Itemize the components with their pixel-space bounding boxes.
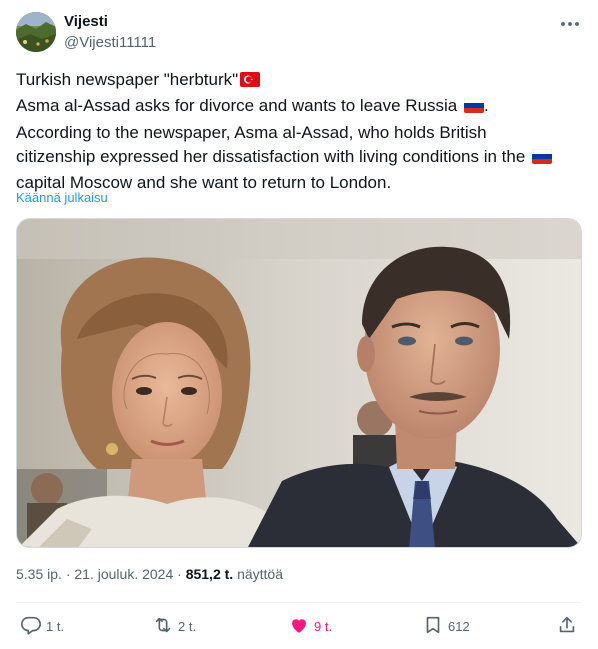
- tweet-line-2: Asma al-Assad asks for divorce and wants…: [16, 94, 581, 120]
- action-bar: 1 t. 2 t. 9 t. 612: [16, 612, 582, 640]
- russia-flag-icon: [463, 96, 485, 120]
- tweet-line-1: Turkish newspaper "herbturk": [16, 68, 581, 94]
- more-options-icon[interactable]: [558, 14, 582, 34]
- repost-button[interactable]: 2 t.: [152, 612, 196, 640]
- tweet-time[interactable]: 5.35 ip.: [16, 566, 62, 582]
- tweet-line-4: citizenship expressed her dissatisfactio…: [16, 145, 581, 171]
- tweet-header: Vijesti @Vijesti11111: [16, 12, 582, 54]
- tweet-line-text: citizenship expressed her dissatisfactio…: [16, 146, 526, 166]
- reply-icon: [20, 614, 46, 639]
- repost-count: 2 t.: [178, 618, 197, 634]
- reply-count: 1 t.: [46, 618, 65, 634]
- share-icon: [556, 614, 582, 639]
- views-count: 851,2 t.: [185, 566, 234, 582]
- tweet-text: Turkish newspaper "herbturk" Asma al-Ass…: [16, 68, 581, 195]
- like-button[interactable]: 9 t.: [288, 612, 332, 640]
- tweet-date[interactable]: 21. jouluk. 2024: [74, 566, 173, 582]
- meta-separator: ·: [65, 566, 71, 582]
- translate-link[interactable]: Käännä julkaisu: [16, 190, 108, 205]
- like-count: 9 t.: [314, 618, 333, 634]
- bookmark-button[interactable]: 612: [422, 612, 470, 640]
- share-button[interactable]: [556, 612, 582, 640]
- repost-icon: [152, 614, 178, 639]
- turkey-flag-icon: [240, 70, 261, 94]
- bookmark-icon: [422, 614, 448, 639]
- tweet-photo[interactable]: [16, 218, 582, 548]
- russia-flag-icon: [531, 147, 553, 171]
- bookmark-count: 612: [448, 618, 470, 634]
- tweet-line-3: According to the newspaper, Asma al-Assa…: [16, 121, 581, 145]
- avatar[interactable]: [16, 12, 56, 52]
- tweet-line-text: Asma al-Assad asks for divorce and wants…: [16, 96, 458, 116]
- author-handle[interactable]: @Vijesti11111: [64, 33, 156, 53]
- reply-button[interactable]: 1 t.: [20, 612, 64, 640]
- tweet-meta: 5.35 ip. · 21. jouluk. 2024 · 851,2 t. n…: [16, 566, 283, 582]
- tweet-line-text: According to the newspaper, Asma al-Assa…: [16, 122, 487, 142]
- divider: [16, 602, 582, 603]
- views-label: näyttöä: [237, 566, 284, 582]
- tweet-line-text: Turkish newspaper "herbturk": [16, 70, 239, 89]
- tweet-line-tail: .: [484, 96, 489, 116]
- heart-icon: [288, 614, 314, 639]
- author-display-name[interactable]: Vijesti: [64, 12, 156, 32]
- meta-separator: ·: [177, 566, 182, 582]
